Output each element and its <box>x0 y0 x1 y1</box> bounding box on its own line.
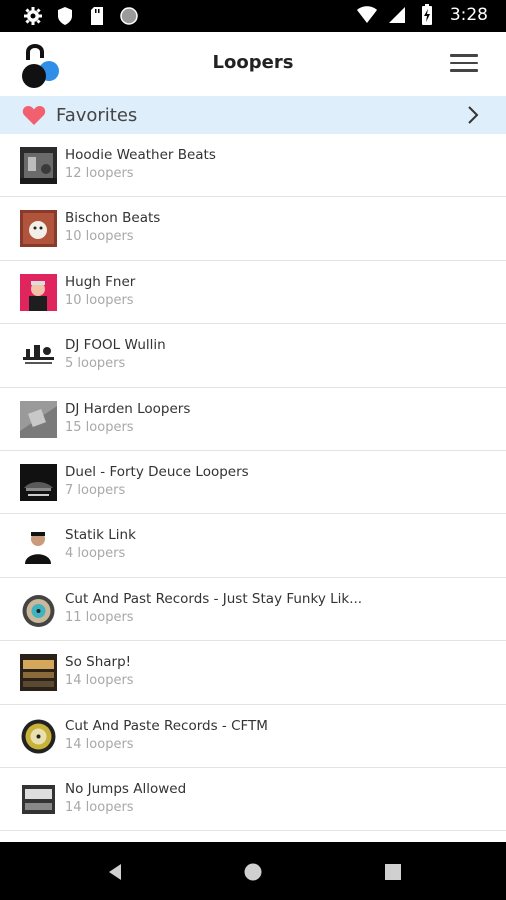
signal-icon <box>386 4 408 26</box>
shield-icon <box>54 5 76 27</box>
item-count: 5 loopers <box>65 356 126 372</box>
album-thumbnail <box>20 463 57 501</box>
app-bar: Loopers <box>0 32 506 96</box>
list-item[interactable]: So Sharp! 14 loopers <box>0 641 506 705</box>
item-title: Bischon Beats <box>65 210 161 227</box>
list-item[interactable]: Duel - Forty Deuce Loopers 7 loopers <box>0 451 506 515</box>
item-title: So Sharp! <box>65 654 132 671</box>
item-count: 14 loopers <box>65 736 134 752</box>
menu-line <box>450 54 478 57</box>
album-thumbnail <box>20 717 57 755</box>
item-title: Hoodie Weather Beats <box>65 147 216 163</box>
status-icons-right: 3:28 <box>356 4 488 26</box>
item-count: 7 loopers <box>65 482 126 498</box>
album-thumbnail <box>20 400 57 438</box>
list-item[interactable]: Cut And Paste Records - CFTM 14 loopers <box>0 705 506 768</box>
status-time: 3:28 <box>449 5 488 25</box>
sd-card-icon <box>86 5 108 27</box>
list-item[interactable]: Bischon Beats 10 loopers <box>0 197 506 261</box>
heart-icon <box>22 105 46 125</box>
album-thumbnail <box>20 210 57 248</box>
menu-line <box>450 69 478 72</box>
list-item[interactable]: Statik Link 4 loopers <box>0 514 506 578</box>
page-title: Loopers <box>212 52 294 73</box>
item-title: Cut And Paste Records - CFTM <box>65 717 268 734</box>
album-thumbnail <box>20 527 57 565</box>
list-item[interactable]: No Jumps Allowed 14 loopers <box>0 768 506 832</box>
status-bar: 3:28 <box>0 0 506 32</box>
gear-icon <box>22 5 44 27</box>
item-title: Duel - Forty Deuce Loopers <box>65 463 249 480</box>
battery-icon <box>416 4 438 26</box>
item-count: 12 loopers <box>65 166 134 181</box>
recents-icon[interactable] <box>382 861 404 883</box>
album-thumbnail <box>20 780 57 818</box>
list-item[interactable]: Cut And Past Records - Just Stay Funky L… <box>0 578 506 642</box>
menu-line <box>450 61 478 64</box>
album-thumbnail <box>20 654 57 692</box>
album-thumbnail <box>20 147 57 184</box>
album-thumbnail <box>20 590 57 628</box>
home-icon[interactable] <box>242 861 264 883</box>
favorites-label: Favorites <box>56 104 138 126</box>
item-count: 10 loopers <box>65 229 134 245</box>
circle-icon <box>118 5 140 27</box>
item-title: Cut And Past Records - Just Stay Funky L… <box>65 590 363 607</box>
item-title: DJ FOOL Wullin <box>65 337 166 354</box>
item-title: No Jumps Allowed <box>65 780 187 797</box>
list-item[interactable]: Hoodie Weather Beats 12 loopers <box>0 134 506 198</box>
item-count: 14 loopers <box>65 673 134 689</box>
looper-list: Hoodie Weather Beats 12 loopers Bischon … <box>0 134 506 832</box>
back-icon[interactable] <box>104 861 126 883</box>
list-item[interactable]: DJ FOOL Wullin 5 loopers <box>0 324 506 388</box>
chevron-right-icon <box>468 106 479 124</box>
item-count: 4 loopers <box>65 546 126 562</box>
item-count: 15 loopers <box>65 419 134 435</box>
menu-button[interactable] <box>450 50 478 76</box>
system-nav-bar <box>0 842 506 900</box>
list-item[interactable]: DJ Harden Loopers 15 loopers <box>0 388 506 451</box>
item-count: 14 loopers <box>65 799 134 815</box>
item-title: Statik Link <box>65 527 136 544</box>
item-count: 11 loopers <box>65 609 134 625</box>
wifi-icon <box>356 4 378 26</box>
favorites-row[interactable]: Favorites <box>0 96 506 134</box>
item-title: DJ Harden Loopers <box>65 400 191 417</box>
album-thumbnail <box>20 337 57 375</box>
list-item[interactable]: Hugh Fner 10 loopers <box>0 261 506 325</box>
status-icons-left <box>22 5 140 27</box>
item-count: 10 loopers <box>65 292 134 308</box>
album-thumbnail <box>20 273 57 311</box>
item-title: Hugh Fner <box>65 273 136 290</box>
